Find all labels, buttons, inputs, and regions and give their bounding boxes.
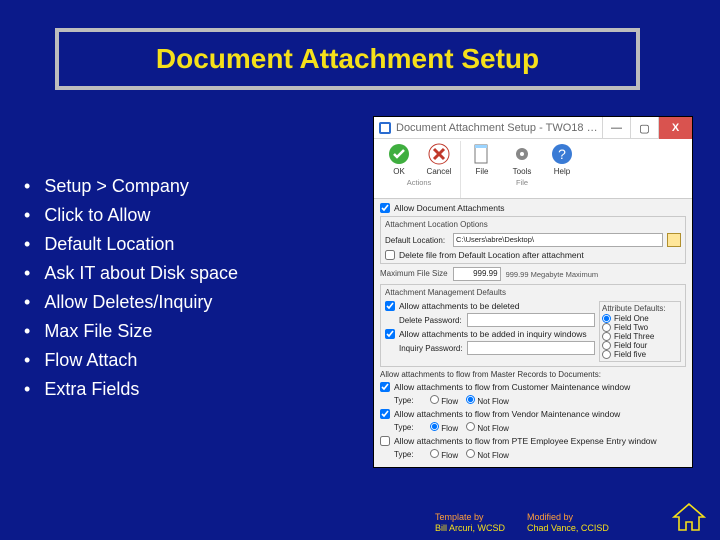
list-item: Click to Allow — [24, 205, 354, 226]
x-icon — [428, 143, 450, 165]
delete-password-input[interactable] — [467, 313, 595, 327]
browse-folder-button[interactable] — [667, 233, 681, 247]
dialog-titlebar: Document Attachment Setup - TWO18 (st… —… — [374, 117, 692, 139]
notflow-radio[interactable]: Not Flow — [466, 422, 509, 433]
max-file-size-input[interactable]: 999.99 — [453, 267, 501, 281]
app-icon — [378, 121, 392, 135]
svg-text:?: ? — [558, 146, 566, 162]
attribute-defaults: Attribute Defaults: Field One Field Two … — [599, 301, 681, 362]
allow-delete-checkbox[interactable]: Allow attachments to be deleted — [385, 301, 595, 311]
location-options: Attachment Location Options Default Loca… — [380, 216, 686, 264]
flow-vendor-type: Type: Flow Not Flow — [380, 422, 686, 433]
gear-icon — [511, 143, 533, 165]
attr-field-two[interactable]: Field Two — [602, 323, 678, 332]
notflow-radio[interactable]: Not Flow — [466, 395, 509, 406]
document-attachment-setup-dialog: Document Attachment Setup - TWO18 (st… —… — [373, 116, 693, 468]
ok-button[interactable]: OK — [382, 141, 416, 176]
tools-button[interactable]: Tools — [505, 141, 539, 176]
flow-radio[interactable]: Flow — [430, 395, 458, 406]
notflow-radio[interactable]: Not Flow — [466, 449, 509, 460]
bullet-list: Setup > Company Click to Allow Default L… — [24, 176, 354, 408]
flow-section-label: Allow attachments to flow from Master Re… — [380, 370, 686, 379]
inquiry-password-input[interactable] — [467, 341, 595, 355]
max-file-hint: 999.99 Megabyte Maximum — [506, 270, 599, 279]
flow-pte-type: Type: Flow Not Flow — [380, 449, 686, 460]
modified-by-label: Modified by — [527, 512, 609, 523]
list-item: Extra Fields — [24, 379, 354, 400]
default-location-input[interactable]: C:\Users\abre\Desktop\ — [453, 233, 663, 247]
slide-title: Document Attachment Setup — [156, 43, 539, 75]
modified-by-name: Chad Vance, CCISD — [527, 523, 609, 534]
cancel-button[interactable]: Cancel — [422, 141, 456, 176]
allow-inquiry-checkbox[interactable]: Allow attachments to be added in inquiry… — [385, 329, 595, 339]
list-item: Allow Deletes/Inquiry — [24, 292, 354, 313]
attachment-management-defaults: Attachment Management Defaults Allow att… — [380, 284, 686, 367]
help-button[interactable]: ? Help — [545, 141, 579, 176]
dialog-title: Document Attachment Setup - TWO18 (st… — [396, 122, 598, 134]
attr-field-five[interactable]: Field five — [602, 350, 678, 359]
list-item: Default Location — [24, 234, 354, 255]
flow-vendor-checkbox[interactable]: Allow attachments to flow from Vendor Ma… — [380, 409, 686, 419]
window-minimize-button[interactable]: — — [602, 117, 630, 139]
list-item: Max File Size — [24, 321, 354, 342]
window-maximize-button[interactable]: ▢ — [630, 117, 658, 139]
ribbon: OK Cancel Actions File — [374, 139, 692, 199]
default-location-label: Default Location: — [385, 236, 449, 245]
template-by-label: Template by — [435, 512, 505, 523]
max-file-size-row: Maximum File Size 999.99 999.99 Megabyte… — [380, 267, 686, 281]
delete-file-after-attach-checkbox[interactable]: Delete file from Default Location after … — [385, 250, 681, 260]
attr-field-four[interactable]: Field four — [602, 341, 678, 350]
list-item: Setup > Company — [24, 176, 354, 197]
check-icon — [388, 143, 410, 165]
flow-pte-checkbox[interactable]: Allow attachments to flow from PTE Emplo… — [380, 436, 686, 446]
allow-document-attachments-checkbox[interactable]: Allow Document Attachments — [380, 203, 686, 213]
template-by-name: Bill Arcuri, WCSD — [435, 523, 505, 534]
flow-customer-checkbox[interactable]: Allow attachments to flow from Customer … — [380, 382, 686, 392]
window-close-button[interactable]: X — [658, 117, 692, 139]
flow-customer-type: Type: Flow Not Flow — [380, 395, 686, 406]
list-item: Ask IT about Disk space — [24, 263, 354, 284]
attr-field-one[interactable]: Field One — [602, 314, 678, 323]
file-icon — [471, 143, 493, 165]
credits: Template by Bill Arcuri, WCSD Modified b… — [435, 512, 609, 534]
list-item: Flow Attach — [24, 350, 354, 371]
flow-radio[interactable]: Flow — [430, 449, 458, 460]
dialog-body: Allow Document Attachments Attachment Lo… — [374, 199, 692, 464]
home-icon[interactable] — [672, 502, 706, 532]
help-icon: ? — [551, 143, 573, 165]
flow-radio[interactable]: Flow — [430, 422, 458, 433]
ribbon-group-file: File — [516, 178, 528, 187]
attr-field-three[interactable]: Field Three — [602, 332, 678, 341]
file-button[interactable]: File — [465, 141, 499, 176]
ribbon-group-actions: Actions — [407, 178, 432, 187]
slide-title-box: Document Attachment Setup — [55, 28, 640, 90]
